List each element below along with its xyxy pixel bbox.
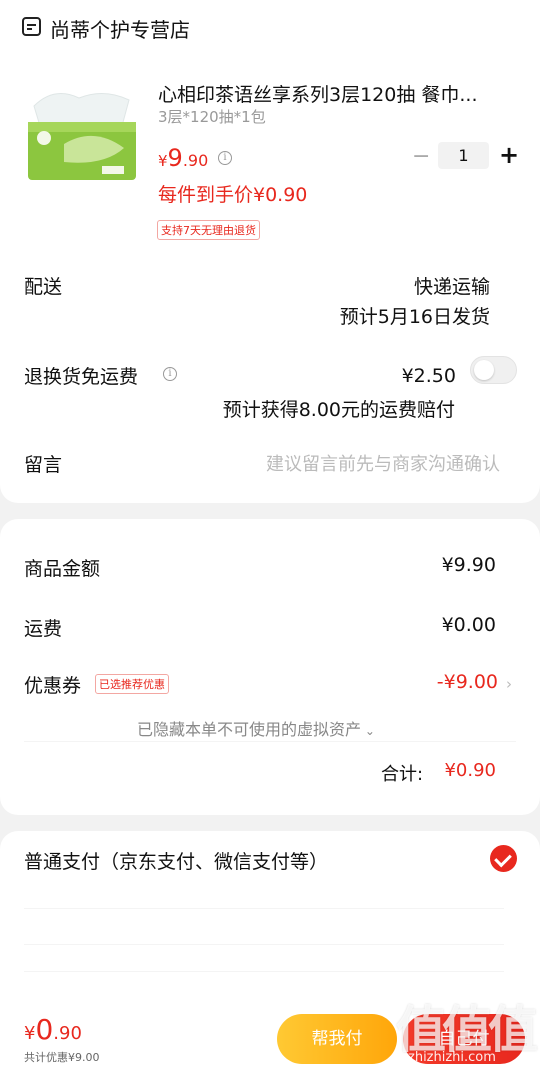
delivery-label: 配送 [24, 276, 63, 298]
delivery-eta: 预计5月16日发货 [339, 306, 490, 328]
goods-amount-value: ¥9.90 [441, 554, 496, 576]
footer-discount-note: 共计优惠¥9.00 [24, 1051, 100, 1064]
quantity-increase-button[interactable]: + [499, 141, 519, 169]
watermark-url: zhizhizhi.com [408, 1050, 496, 1065]
store-name[interactable]: 尚蒂个护专营店 [50, 14, 190, 43]
shipping-fee-label: 运费 [24, 618, 63, 640]
check-selected-icon[interactable] [490, 845, 517, 872]
final-unit-price: 每件到手价¥0.90 [158, 184, 308, 206]
product-title[interactable]: 心相印茶语丝享系列3层120抽 餐巾... [158, 80, 508, 107]
return-policy-badge: 支持7天无理由退货 [157, 220, 260, 240]
price-summary-card: 商品金额 ¥9.90 运费 ¥0.00 优惠券 已选推荐优惠 -¥9.00 › … [0, 519, 540, 815]
chevron-down-icon: ⌄ [361, 724, 375, 738]
coupon-value[interactable]: -¥9.00 [437, 671, 498, 693]
return-shipping-label: 退换货免运费 [24, 366, 139, 388]
product-price: ¥9.90 [158, 144, 209, 172]
product-spec: 3层*120抽*1包 [158, 108, 266, 126]
product-thumbnail[interactable] [24, 86, 139, 186]
store-icon [22, 17, 41, 36]
order-item-card: 尚蒂个护专营店 心相印茶语丝享系列3层120抽 餐巾... 3层*120抽*1包… [0, 0, 540, 503]
total-label: 合计: [381, 764, 424, 785]
coupon-recommended-badge: 已选推荐优惠 [95, 674, 169, 694]
message-input[interactable]: 建议留言前先与商家沟通确认 [266, 450, 500, 476]
return-shipping-toggle[interactable] [470, 356, 517, 384]
delivery-method[interactable]: 快递运输 [414, 272, 490, 299]
shipping-fee-value: ¥0.00 [441, 614, 496, 636]
quantity-decrease-button[interactable]: − [412, 144, 430, 169]
return-shipping-price: ¥2.50 [401, 365, 456, 387]
price-info-icon[interactable]: i [218, 151, 232, 165]
return-shipping-info-icon[interactable]: i [163, 367, 177, 381]
hidden-assets-toggle[interactable]: 已隐藏本单不可使用的虚拟资产 ⌄ [137, 716, 375, 740]
return-shipping-note: 预计获得8.00元的运费赔付 [222, 399, 455, 421]
footer-total-amount: ¥0.90 [24, 1013, 82, 1046]
total-value: ¥0.90 [444, 760, 496, 781]
payment-method-label[interactable]: 普通支付（京东支付、微信支付等） [24, 847, 328, 874]
coupon-label: 优惠券 [24, 675, 82, 697]
quantity-input[interactable]: 1 [438, 142, 489, 169]
help-pay-button[interactable]: 帮我付 [277, 1014, 397, 1064]
goods-amount-label: 商品金额 [24, 558, 101, 580]
chevron-right-icon[interactable]: › [506, 675, 512, 693]
message-label: 留言 [24, 454, 63, 476]
